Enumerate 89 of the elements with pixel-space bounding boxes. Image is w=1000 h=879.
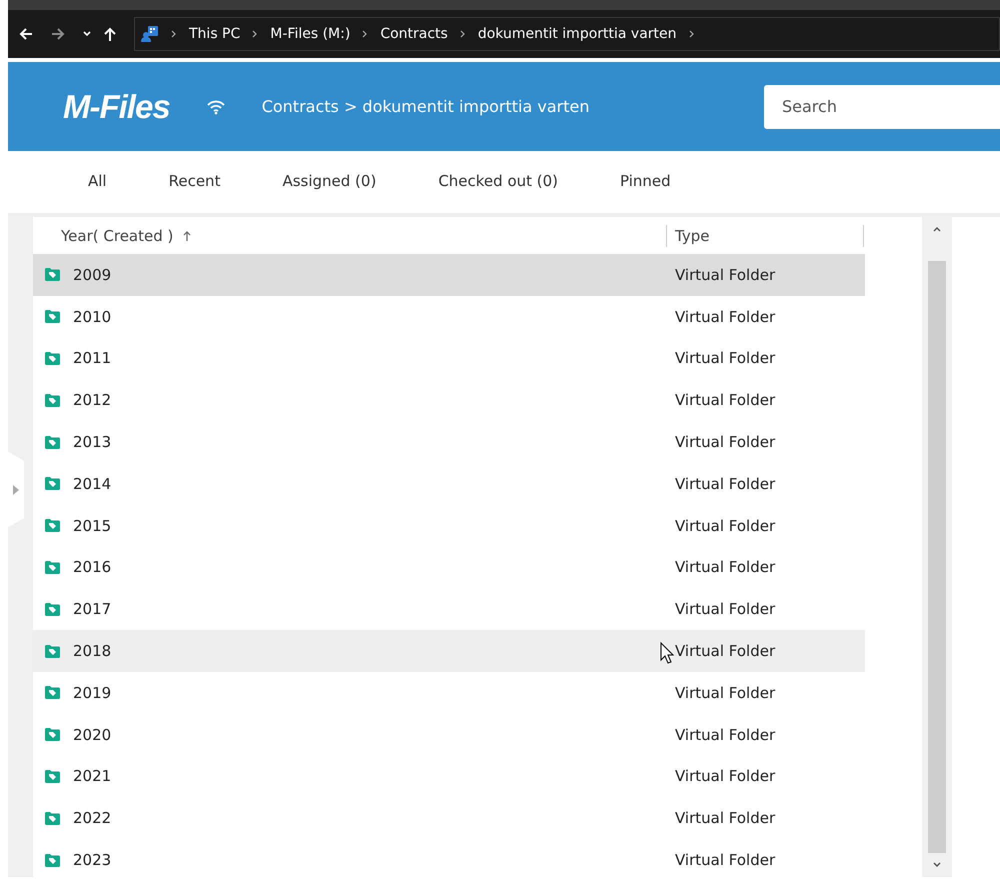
virtual-folder-icon — [45, 812, 60, 825]
chevron-right-icon — [171, 30, 177, 38]
virtual-folder-icon — [45, 519, 60, 532]
column-header[interactable]: Type — [667, 224, 864, 246]
search-field[interactable]: Search — [764, 84, 1000, 128]
folder-row[interactable]: 2012 Virtual Folder — [33, 379, 865, 422]
chevron-right-icon — [362, 30, 368, 38]
virtual-folder-icon — [45, 644, 60, 658]
type-cell: Virtual Folder — [675, 474, 776, 493]
type-cell: Virtual Folder — [675, 684, 776, 702]
virtual-folder-icon — [45, 268, 60, 282]
virtual-folder-icon — [45, 686, 60, 700]
virtual-folder-icon — [45, 770, 60, 783]
scroll-up-icon[interactable] — [932, 225, 942, 233]
tab[interactable]: Assigned (0) — [282, 168, 376, 196]
tab[interactable]: Checked out (0) — [438, 168, 558, 196]
folder-name: 2016 — [73, 558, 112, 576]
folder-row[interactable]: 2022 Virtual Folder — [33, 797, 865, 840]
chevron-down-icon[interactable] — [82, 29, 92, 39]
folder-row[interactable]: 2018 Virtual Folder — [33, 630, 865, 672]
virtual-folder-icon — [45, 477, 60, 490]
path-segment[interactable]: dokumentit importtia varten — [478, 26, 677, 42]
chevron-right-icon — [688, 30, 695, 38]
type-cell: Virtual Folder — [675, 349, 776, 368]
virtual-folder-icon — [45, 394, 60, 407]
address-bar[interactable]: This PC M-Files (M:) Contracts dokumentit importtia varten — [134, 17, 1000, 51]
folder-name: 2019 — [73, 684, 112, 702]
column-header[interactable]: Year( Created ) — [33, 224, 667, 246]
virtual-folder-icon — [45, 352, 60, 365]
up-arrow-icon[interactable] — [102, 26, 118, 42]
tab[interactable]: All — [88, 168, 107, 196]
folder-name: 2013 — [73, 433, 112, 452]
wifi-icon — [206, 98, 226, 114]
virtual-folder-icon — [45, 560, 60, 574]
folder-row[interactable]: 2021 Virtual Folder — [33, 756, 865, 798]
type-cell: Virtual Folder — [675, 642, 776, 660]
logo: M-Files — [63, 88, 170, 126]
type-cell: Virtual Folder — [675, 726, 776, 744]
folder-row[interactable]: 2014 Virtual Folder — [33, 462, 865, 505]
type-cell: Virtual Folder — [675, 809, 776, 828]
folder-name: 2021 — [73, 767, 112, 786]
folder-row[interactable]: 2011 Virtual Folder — [33, 338, 865, 380]
type-cell: Virtual Folder — [675, 558, 776, 576]
folder-name: 2014 — [73, 474, 112, 493]
folder-name: 2017 — [73, 600, 112, 618]
type-cell: Virtual Folder — [675, 851, 776, 870]
tab[interactable]: Pinned — [620, 168, 671, 196]
back-arrow-icon[interactable] — [18, 26, 34, 42]
type-cell: Virtual Folder — [675, 516, 776, 535]
path-segment[interactable]: Contracts — [380, 26, 448, 42]
folder-row[interactable]: 2020 Virtual Folder — [33, 714, 865, 756]
folder-name: 2023 — [73, 851, 112, 870]
tab[interactable]: Recent — [168, 168, 220, 196]
folder-name: 2022 — [73, 809, 112, 828]
folder-name: 2012 — [73, 391, 112, 410]
folder-name: 2020 — [73, 726, 112, 744]
scrollbar[interactable] — [922, 217, 952, 877]
chevron-right-icon — [460, 30, 466, 38]
type-cell: Virtual Folder — [675, 391, 776, 410]
folder-name: 2010 — [73, 308, 112, 326]
forward-arrow-icon[interactable] — [50, 26, 66, 42]
virtual-folder-icon — [45, 602, 60, 616]
path-segment[interactable]: This PC — [189, 26, 240, 42]
type-cell: Virtual Folder — [675, 266, 776, 284]
folder-name: 2009 — [73, 266, 112, 284]
folder-row[interactable]: 2016 Virtual Folder — [33, 546, 865, 588]
type-cell: Virtual Folder — [675, 308, 776, 326]
virtual-folder-icon — [45, 854, 60, 867]
folder-row[interactable]: 2023 Virtual Folder — [33, 839, 865, 879]
type-cell: Virtual Folder — [675, 600, 776, 618]
virtual-folder-icon — [45, 436, 60, 449]
path-segment[interactable]: M-Files (M:) — [270, 26, 350, 42]
folder-name: 2018 — [73, 642, 112, 660]
network-drive-icon — [141, 25, 159, 43]
folder-row[interactable]: 2010 Virtual Folder — [33, 296, 865, 338]
folder-name: 2015 — [73, 516, 112, 535]
chevron-right-icon — [252, 30, 258, 38]
type-cell: Virtual Folder — [675, 767, 776, 786]
type-cell: Virtual Folder — [675, 433, 776, 452]
folder-row[interactable]: 2015 Virtual Folder — [33, 504, 865, 547]
folder-name: 2011 — [73, 349, 112, 368]
virtual-folder-icon — [45, 728, 60, 742]
folder-row[interactable]: 2019 Virtual Folder — [33, 672, 865, 714]
folder-row[interactable]: 2013 Virtual Folder — [33, 421, 865, 463]
virtual-folder-icon — [45, 310, 60, 324]
scroll-down-icon[interactable] — [932, 861, 942, 869]
folder-row[interactable]: 2017 Virtual Folder — [33, 588, 865, 630]
folder-row[interactable]: 2009 Virtual Folder — [33, 254, 865, 296]
breadcrumb: Contracts > dokumentit importtia varten — [262, 97, 590, 116]
